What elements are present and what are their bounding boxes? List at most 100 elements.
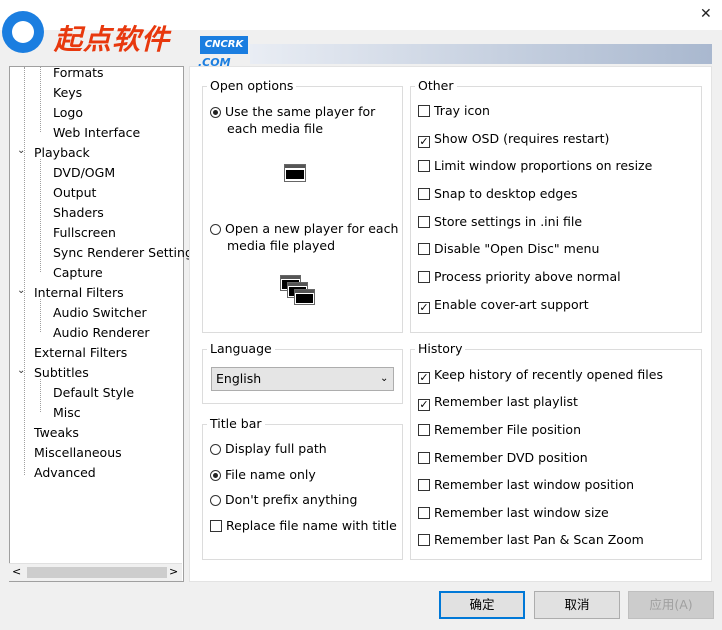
- chevron-down-icon: ⌄: [380, 373, 389, 384]
- check-remember-window-position[interactable]: Remember last window position: [418, 477, 634, 493]
- tree-item-advanced[interactable]: Advanced: [34, 463, 96, 483]
- checkbox[interactable]: [418, 507, 430, 519]
- tree-item-web-interface[interactable]: Web Interface: [53, 123, 140, 143]
- radio-button[interactable]: [210, 107, 221, 118]
- scroll-right-icon[interactable]: >: [169, 565, 178, 578]
- scroll-thumb[interactable]: [27, 567, 167, 578]
- radio-file-name-only[interactable]: File name only: [210, 467, 316, 483]
- tree-item-audio-switcher[interactable]: Audio Switcher: [53, 303, 147, 323]
- checkbox[interactable]: [418, 534, 430, 546]
- other-title: Other: [415, 78, 457, 93]
- language-value: English: [216, 371, 262, 386]
- radio-same-player[interactable]: Use the same player for: [210, 104, 375, 120]
- check-remember-playlist[interactable]: ✓ Remember last playlist: [418, 394, 578, 411]
- check-cover-art[interactable]: ✓ Enable cover-art support: [418, 297, 589, 314]
- tree-item-fullscreen[interactable]: Fullscreen: [53, 223, 116, 243]
- expand-chevron-icon[interactable]: ⌄: [17, 285, 25, 296]
- check-remember-file-position[interactable]: Remember File position: [418, 422, 581, 438]
- expand-chevron-icon[interactable]: ⌄: [17, 145, 25, 156]
- tree-horizontal-scrollbar[interactable]: < >: [9, 563, 182, 581]
- radio-new-player-line2: media file played: [227, 238, 336, 253]
- scroll-left-icon[interactable]: <: [12, 565, 21, 578]
- history-title: History: [415, 341, 466, 356]
- tree-item-subtitles[interactable]: Subtitles: [34, 363, 89, 383]
- checkbox[interactable]: [210, 520, 222, 532]
- check-label: Remember last window position: [434, 477, 635, 492]
- single-window-icon: [284, 164, 306, 182]
- radio-label: Display full path: [225, 441, 327, 456]
- check-label: Remember last Pan & Scan Zoom: [434, 532, 644, 547]
- check-label: Tray icon: [434, 103, 490, 118]
- checkbox-checked[interactable]: ✓: [418, 372, 430, 384]
- check-label: Show OSD (requires restart): [434, 131, 610, 146]
- checkbox-checked[interactable]: ✓: [418, 136, 430, 148]
- checkbox[interactable]: [418, 188, 430, 200]
- tree-item-capture[interactable]: Capture: [53, 263, 103, 283]
- check-keep-history[interactable]: ✓ Keep history of recently opened files: [418, 367, 663, 384]
- checkbox[interactable]: [418, 243, 430, 255]
- settings-tree[interactable]: Formats Keys Logo Web Interface ⌄ Playba…: [9, 63, 193, 582]
- checkbox-checked[interactable]: ✓: [418, 399, 430, 411]
- tree-item-internal-filters[interactable]: Internal Filters: [34, 283, 124, 303]
- radio-button[interactable]: [210, 444, 221, 455]
- other-group: [410, 86, 702, 333]
- watermark-brand: 起点软件: [54, 23, 171, 56]
- radio-label: Don't prefix anything: [225, 492, 358, 507]
- checkbox[interactable]: [418, 105, 430, 117]
- tree-item-dvd-ogm[interactable]: DVD/OGM: [53, 163, 115, 183]
- radio-label: Open a new player for each: [225, 221, 399, 236]
- checkbox[interactable]: [418, 424, 430, 436]
- check-remember-dvd-position[interactable]: Remember DVD position: [418, 450, 588, 466]
- cancel-button[interactable]: 取消: [534, 591, 620, 619]
- checkbox[interactable]: [418, 452, 430, 464]
- check-remember-pan-scan[interactable]: Remember last Pan & Scan Zoom: [418, 532, 644, 548]
- radio-display-full-path[interactable]: Display full path: [210, 441, 327, 457]
- tree-item-output[interactable]: Output: [53, 183, 96, 203]
- radio-dont-prefix[interactable]: Don't prefix anything: [210, 492, 357, 508]
- tree-item-miscellaneous[interactable]: Miscellaneous: [34, 443, 122, 463]
- check-store-ini[interactable]: Store settings in .ini file: [418, 214, 582, 230]
- tree-item-playback[interactable]: Playback: [34, 143, 90, 163]
- tree-item-misc[interactable]: Misc: [53, 403, 81, 423]
- tree-item-default-style[interactable]: Default Style: [53, 383, 134, 403]
- check-label: Remember DVD position: [434, 450, 588, 465]
- check-tray-icon[interactable]: Tray icon: [418, 103, 490, 119]
- tree-item-external-filters[interactable]: External Filters: [34, 343, 127, 363]
- check-show-osd[interactable]: ✓ Show OSD (requires restart): [418, 131, 609, 148]
- tree-item-shaders[interactable]: Shaders: [53, 203, 104, 223]
- radio-button[interactable]: [210, 495, 221, 506]
- ok-button[interactable]: 确定: [439, 591, 525, 619]
- radio-new-player[interactable]: Open a new player for each: [210, 221, 398, 237]
- check-remember-window-size[interactable]: Remember last window size: [418, 505, 609, 521]
- check-snap-edges[interactable]: Snap to desktop edges: [418, 186, 578, 202]
- check-replace-title[interactable]: Replace file name with title: [210, 518, 397, 534]
- check-label: Keep history of recently opened files: [434, 367, 663, 382]
- check-priority[interactable]: Process priority above normal: [418, 269, 621, 285]
- tree-item-logo[interactable]: Logo: [53, 103, 83, 123]
- tree-item-audio-renderer[interactable]: Audio Renderer: [53, 323, 150, 343]
- check-label: Replace file name with title: [226, 518, 397, 533]
- tree-item-formats[interactable]: Formats: [53, 63, 104, 83]
- check-label: Remember File position: [434, 422, 581, 437]
- expand-chevron-icon[interactable]: ⌄: [17, 365, 25, 376]
- checkbox[interactable]: [418, 216, 430, 228]
- tree-item-keys[interactable]: Keys: [53, 83, 82, 103]
- checkbox[interactable]: [418, 479, 430, 491]
- check-limit-proportions[interactable]: Limit window proportions on resize: [418, 158, 652, 174]
- check-label: Process priority above normal: [434, 269, 621, 284]
- checkbox-checked[interactable]: ✓: [418, 302, 430, 314]
- radio-button[interactable]: [210, 224, 221, 235]
- language-select[interactable]: English ⌄: [211, 367, 394, 391]
- tree-item-tweaks[interactable]: Tweaks: [34, 423, 79, 443]
- apply-button[interactable]: 应用(A): [628, 591, 714, 619]
- tree-item-sync-renderer[interactable]: Sync Renderer Setting: [53, 243, 193, 263]
- check-label: Enable cover-art support: [434, 297, 589, 312]
- check-label: Store settings in .ini file: [434, 214, 583, 229]
- radio-button[interactable]: [210, 470, 221, 481]
- checkbox[interactable]: [418, 160, 430, 172]
- close-icon[interactable]: ✕: [700, 6, 712, 22]
- checkbox[interactable]: [418, 271, 430, 283]
- language-title: Language: [207, 341, 275, 356]
- check-disable-open-disc[interactable]: Disable "Open Disc" menu: [418, 241, 599, 257]
- radio-label: File name only: [225, 467, 316, 482]
